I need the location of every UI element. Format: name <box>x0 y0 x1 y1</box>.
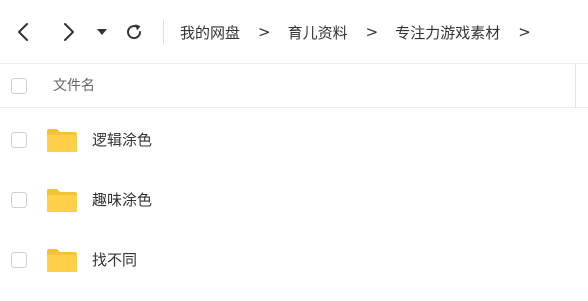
breadcrumb-item-parenting[interactable]: 育儿资料 <box>288 22 348 43</box>
history-dropdown-button[interactable] <box>91 17 113 47</box>
row-checkbox[interactable] <box>11 132 27 148</box>
folder-icon <box>47 189 77 212</box>
refresh-icon <box>127 24 142 40</box>
file-name[interactable]: 逻辑涂色 <box>92 129 152 150</box>
row-checkbox[interactable] <box>11 252 27 268</box>
folder-icon <box>47 129 77 152</box>
breadcrumb-separator: > <box>258 23 271 41</box>
breadcrumb-more-separator[interactable]: > <box>518 23 531 41</box>
chevron-left-icon <box>18 23 28 41</box>
breadcrumb-item-root[interactable]: 我的网盘 <box>180 22 240 43</box>
select-all-checkbox[interactable] <box>11 78 27 94</box>
file-name[interactable]: 趣味涂色 <box>92 189 152 210</box>
refresh-button[interactable] <box>120 17 148 47</box>
breadcrumb-separator: > <box>365 23 379 41</box>
column-resize-handle[interactable] <box>575 64 576 108</box>
folder-icon <box>47 249 77 272</box>
row-checkbox[interactable] <box>11 192 27 208</box>
back-button[interactable] <box>9 17 37 47</box>
name-column-header[interactable]: 文件名 <box>53 75 95 95</box>
caret-down-icon <box>97 29 107 35</box>
list-item[interactable]: 逻辑涂色 <box>0 110 588 170</box>
toolbar-divider <box>163 20 164 44</box>
chevron-right-icon <box>64 23 74 41</box>
list-item[interactable]: 找不同 <box>0 230 588 290</box>
breadcrumb: 我的网盘 > 育儿资料 > 专注力游戏素材 > <box>180 20 548 44</box>
toolbar: 我的网盘 > 育儿资料 > 专注力游戏素材 > <box>0 0 588 64</box>
breadcrumb-item-current[interactable]: 专注力游戏素材 <box>395 22 500 43</box>
list-header: 文件名 <box>0 64 588 108</box>
list-item[interactable]: 趣味涂色 <box>0 170 588 230</box>
forward-button[interactable] <box>55 17 83 47</box>
file-name[interactable]: 找不同 <box>92 249 137 270</box>
